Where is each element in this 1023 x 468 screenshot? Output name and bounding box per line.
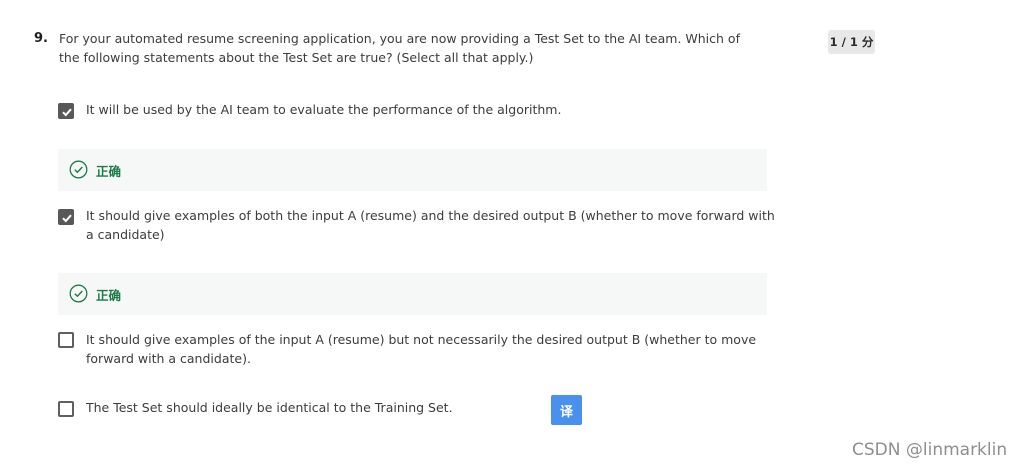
option-4-label[interactable]: The Test Set should ideally be identical… [86, 398, 526, 417]
question-number: 9. [34, 31, 48, 46]
option-3-label[interactable]: It should give examples of the input A (… [86, 330, 776, 368]
option-2-feedback-text: 正确 [96, 288, 122, 303]
option-4-checkbox[interactable] [58, 401, 74, 417]
option-1-feedback-text: 正确 [96, 164, 122, 179]
checkmark-icon [62, 214, 72, 223]
check-circle-icon [69, 284, 88, 303]
option-2-feedback: 正确 [58, 273, 767, 315]
check-circle-icon [69, 160, 88, 179]
translate-button[interactable]: 译 [551, 395, 582, 425]
option-2-label[interactable]: It should give examples of both the inpu… [86, 206, 776, 244]
score-badge: 1 / 1 分 [828, 30, 875, 54]
option-3-checkbox[interactable] [58, 332, 74, 348]
option-1-label[interactable]: It will be used by the AI team to evalua… [86, 100, 776, 119]
checkmark-icon [62, 108, 72, 117]
option-1-checkbox[interactable] [58, 103, 74, 119]
option-1-feedback: 正确 [58, 149, 767, 191]
watermark: CSDN @linmarklin [852, 440, 1008, 460]
question-text: For your automated resume screening appl… [59, 31, 740, 65]
option-2-checkbox[interactable] [58, 209, 74, 225]
